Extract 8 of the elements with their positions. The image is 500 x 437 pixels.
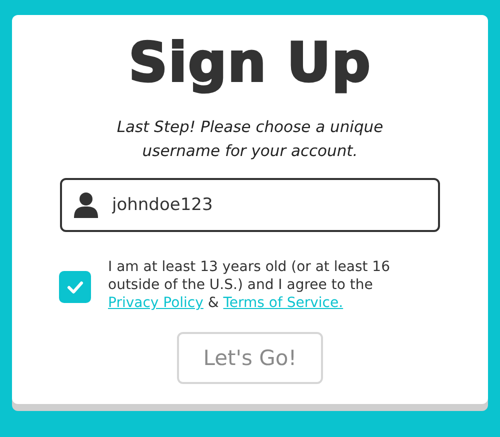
page-title: Sign Up [128, 30, 372, 96]
terms-of-service-link[interactable]: Terms of Service. [223, 295, 344, 311]
consent-text: I am at least 13 years old (or at least 16 outside of the U.S.) and I agree to the Privacy Policy & Terms of Service. [108, 258, 391, 312]
instruction-text: Last Step! Please choose a unique username for your account. [116, 117, 384, 162]
username-field[interactable]: johndoe123 [60, 178, 440, 232]
user-icon [74, 192, 98, 218]
consent-checkbox[interactable] [59, 271, 91, 303]
privacy-policy-link[interactable]: Privacy Policy [108, 295, 204, 311]
